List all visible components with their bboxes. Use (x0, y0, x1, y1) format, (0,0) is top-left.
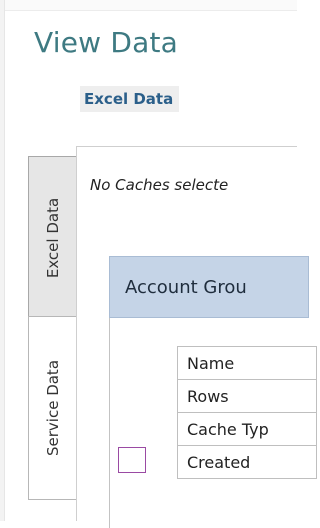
app-window: View Data Excel Data Excel Data Service … (0, 0, 317, 528)
window-top-border (0, 0, 297, 11)
property-name-cell: Name (177, 346, 317, 380)
property-name-cell: Cache Typ (177, 412, 317, 446)
tab-service-data-label: Service Data (44, 359, 62, 457)
account-group-header[interactable]: Account Grou (109, 256, 309, 318)
table-row: Created (177, 445, 317, 479)
content-panel-left-border (76, 146, 77, 521)
tab-excel-data[interactable]: Excel Data (28, 156, 77, 320)
cache-select-checkbox[interactable] (118, 447, 146, 473)
table-row: Rows (177, 379, 317, 413)
property-name-cell: Created (177, 445, 317, 479)
cache-properties-table: Name Rows Cache Typ Created (177, 346, 317, 479)
account-group-title: Account Grou (125, 276, 247, 298)
tab-service-data[interactable]: Service Data (28, 316, 77, 500)
data-source-label: Excel Data (80, 86, 180, 112)
status-message: No Caches selecte (90, 176, 229, 194)
tab-excel-data-label: Excel Data (44, 197, 63, 279)
table-row: Name (177, 346, 317, 380)
property-name-cell: Rows (177, 379, 317, 413)
page-title: View Data (34, 26, 179, 59)
window-left-border (0, 0, 5, 521)
content-panel-top-border (76, 146, 297, 147)
table-row: Cache Typ (177, 412, 317, 446)
